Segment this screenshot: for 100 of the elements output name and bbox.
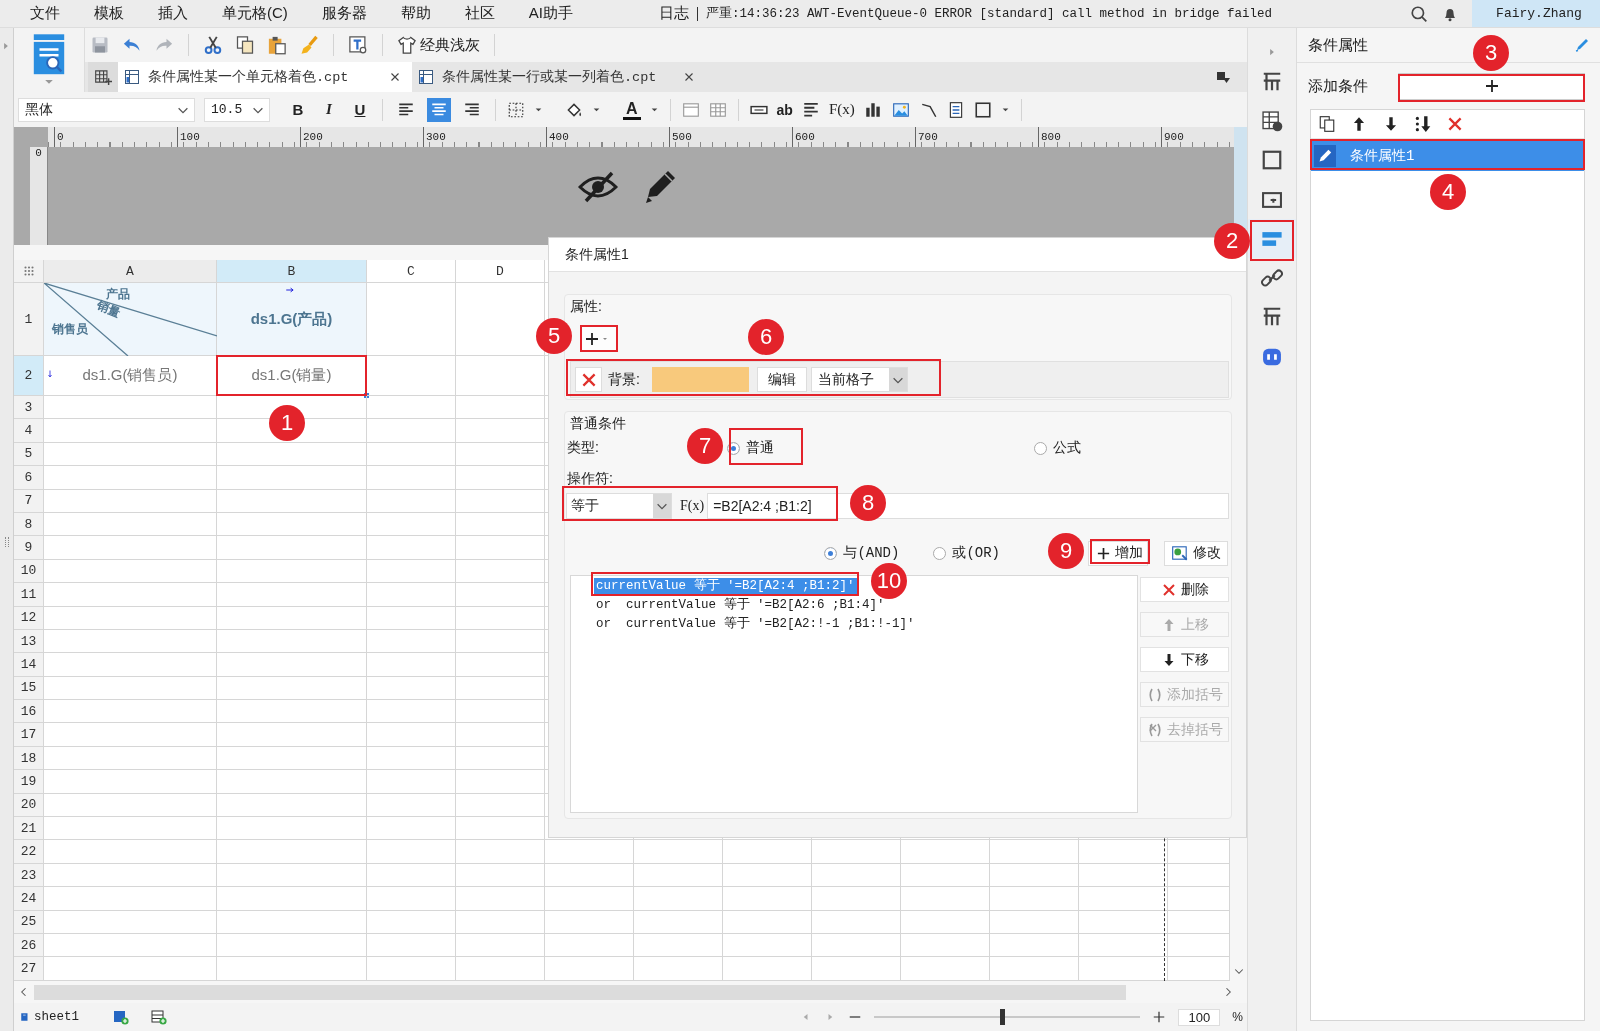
radio-button[interactable]: 与(AND) bbox=[824, 544, 900, 562]
row-header[interactable]: 23 bbox=[14, 863, 44, 888]
row-header[interactable]: 24 bbox=[14, 887, 44, 911]
select-all-icon[interactable] bbox=[21, 264, 36, 278]
menu-item[interactable]: 单元格(C) bbox=[222, 4, 288, 23]
column-header[interactable]: B bbox=[217, 260, 367, 283]
row-header[interactable]: 22 bbox=[14, 840, 44, 864]
row-header[interactable]: 13 bbox=[14, 629, 44, 654]
column-header[interactable]: D bbox=[456, 260, 545, 283]
column-header[interactable]: A bbox=[44, 260, 217, 283]
row-header[interactable]: 3 bbox=[14, 396, 44, 420]
menu-item[interactable]: AI助手 bbox=[528, 4, 573, 23]
row-header[interactable]: 9 bbox=[14, 536, 44, 560]
radio-button[interactable]: 普通 bbox=[726, 439, 1034, 457]
row-header[interactable]: 14 bbox=[14, 653, 44, 677]
text-style-button[interactable]: B bbox=[287, 101, 309, 118]
row-header[interactable]: 2 bbox=[14, 356, 44, 396]
slider-thumb[interactable] bbox=[1000, 1009, 1005, 1025]
cut-icon[interactable] bbox=[203, 35, 223, 55]
font-select[interactable]: 黑体 bbox=[18, 97, 195, 122]
report-file-icon[interactable] bbox=[124, 69, 140, 85]
log-label[interactable]: 日志 bbox=[659, 4, 689, 23]
text-style-button[interactable]: I bbox=[318, 101, 340, 118]
copy-icon[interactable] bbox=[235, 35, 255, 55]
scope-select[interactable]: 当前格子 bbox=[811, 367, 908, 392]
condition-line[interactable]: or currentValue 等于 '=B2[A2:6 ;B1:4]' bbox=[594, 596, 887, 613]
edit-icon[interactable] bbox=[1574, 37, 1590, 53]
square-icon[interactable] bbox=[1261, 149, 1283, 172]
caret-icon[interactable] bbox=[1000, 105, 1010, 114]
remove-button[interactable] bbox=[575, 367, 602, 392]
file-tab[interactable]: 条件属性某一行或某一列着色.cpt bbox=[412, 62, 706, 92]
merge-cells-icon[interactable] bbox=[681, 100, 700, 119]
row-header[interactable]: 6 bbox=[14, 466, 44, 490]
form-icon[interactable] bbox=[1261, 70, 1283, 93]
text-button[interactable]: ab bbox=[776, 101, 793, 118]
menu-item[interactable]: 模板 bbox=[94, 4, 124, 23]
edit-button[interactable]: 编辑 bbox=[757, 367, 807, 392]
row-header[interactable]: 7 bbox=[14, 489, 44, 513]
theme-button[interactable]: 经典浅灰 bbox=[397, 35, 480, 55]
file-tab[interactable]: 条件属性某一个单元格着色.cpt bbox=[118, 62, 412, 92]
caret-icon[interactable] bbox=[534, 105, 543, 114]
row-header[interactable]: 15 bbox=[14, 676, 44, 701]
delete-icon[interactable] bbox=[1446, 115, 1464, 133]
table-icon[interactable] bbox=[1261, 109, 1283, 132]
split-cells-icon[interactable] bbox=[708, 100, 727, 119]
new-report-icon[interactable] bbox=[94, 68, 112, 86]
search-icon[interactable] bbox=[1410, 4, 1428, 23]
sheet-tab[interactable]: sheet1 bbox=[20, 1010, 96, 1024]
report-file-icon[interactable] bbox=[418, 69, 434, 85]
preview-icon[interactable] bbox=[348, 35, 368, 55]
row-header[interactable]: 21 bbox=[14, 817, 44, 841]
list-action-button[interactable]: 下移 bbox=[1140, 647, 1229, 672]
caret-icon[interactable] bbox=[592, 105, 601, 114]
menu-item[interactable]: 社区 bbox=[464, 4, 495, 23]
save-icon[interactable] bbox=[90, 35, 110, 55]
condition-line[interactable]: or currentValue 等于 '=B2[A2:!-1 ;B1:!-1]' bbox=[594, 615, 917, 632]
text-style-button[interactable]: U bbox=[349, 101, 371, 118]
user-name[interactable]: Fairy.Zhang bbox=[1472, 0, 1600, 27]
border-box-icon[interactable] bbox=[973, 100, 992, 119]
image-icon[interactable] bbox=[890, 100, 911, 119]
tab-menu-icon[interactable] bbox=[1215, 69, 1231, 85]
row-header[interactable]: 1 bbox=[14, 283, 44, 356]
row-header[interactable]: 27 bbox=[14, 957, 44, 981]
menu-item[interactable]: 文件 bbox=[30, 4, 60, 23]
row-header[interactable]: 8 bbox=[14, 512, 44, 537]
modify-button[interactable]: 修改 bbox=[1164, 540, 1228, 566]
row-header[interactable]: 11 bbox=[14, 583, 44, 607]
border-icon[interactable] bbox=[507, 100, 525, 119]
column-header[interactable]: C bbox=[367, 260, 456, 283]
list-action-button[interactable]: 删除 bbox=[1140, 577, 1229, 602]
operator-select[interactable]: 等于 bbox=[566, 493, 672, 519]
menu-item[interactable]: 帮助 bbox=[400, 4, 431, 23]
scrollbar[interactable] bbox=[34, 984, 1126, 1000]
paste-icon[interactable] bbox=[267, 35, 287, 55]
row-header[interactable]: 5 bbox=[14, 442, 44, 467]
row-header[interactable]: 12 bbox=[14, 606, 44, 630]
row-header[interactable]: 26 bbox=[14, 934, 44, 958]
row-header[interactable]: 25 bbox=[14, 910, 44, 934]
menu-item[interactable]: 服务器 bbox=[321, 4, 367, 23]
radio-button[interactable]: 或(OR) bbox=[933, 544, 1000, 562]
radio-circle[interactable] bbox=[933, 546, 947, 560]
radio-button[interactable]: 公式 bbox=[1033, 439, 1081, 457]
zoom-in-icon[interactable] bbox=[1152, 1010, 1167, 1024]
font-size-select[interactable]: 10.5 bbox=[204, 97, 270, 122]
copy-icon[interactable] bbox=[1318, 115, 1336, 133]
shirt-icon[interactable] bbox=[397, 35, 417, 55]
font-color-button[interactable]: A bbox=[623, 99, 641, 120]
formula-button[interactable]: F(x) bbox=[680, 498, 705, 514]
sort-down-icon[interactable] bbox=[1414, 115, 1432, 133]
row-header[interactable]: 10 bbox=[14, 559, 44, 584]
color-swatch[interactable] bbox=[652, 367, 749, 392]
radio-circle[interactable] bbox=[1033, 441, 1047, 455]
row-header[interactable]: 17 bbox=[14, 723, 44, 747]
bar-chart-icon[interactable] bbox=[863, 100, 882, 119]
row-header[interactable]: 20 bbox=[14, 793, 44, 818]
zoom-field[interactable]: 100 bbox=[1178, 1008, 1221, 1026]
caret-icon[interactable] bbox=[649, 105, 659, 114]
row-header[interactable]: 4 bbox=[14, 419, 44, 443]
row-header[interactable]: 16 bbox=[14, 700, 44, 724]
row-header[interactable]: 19 bbox=[14, 770, 44, 794]
